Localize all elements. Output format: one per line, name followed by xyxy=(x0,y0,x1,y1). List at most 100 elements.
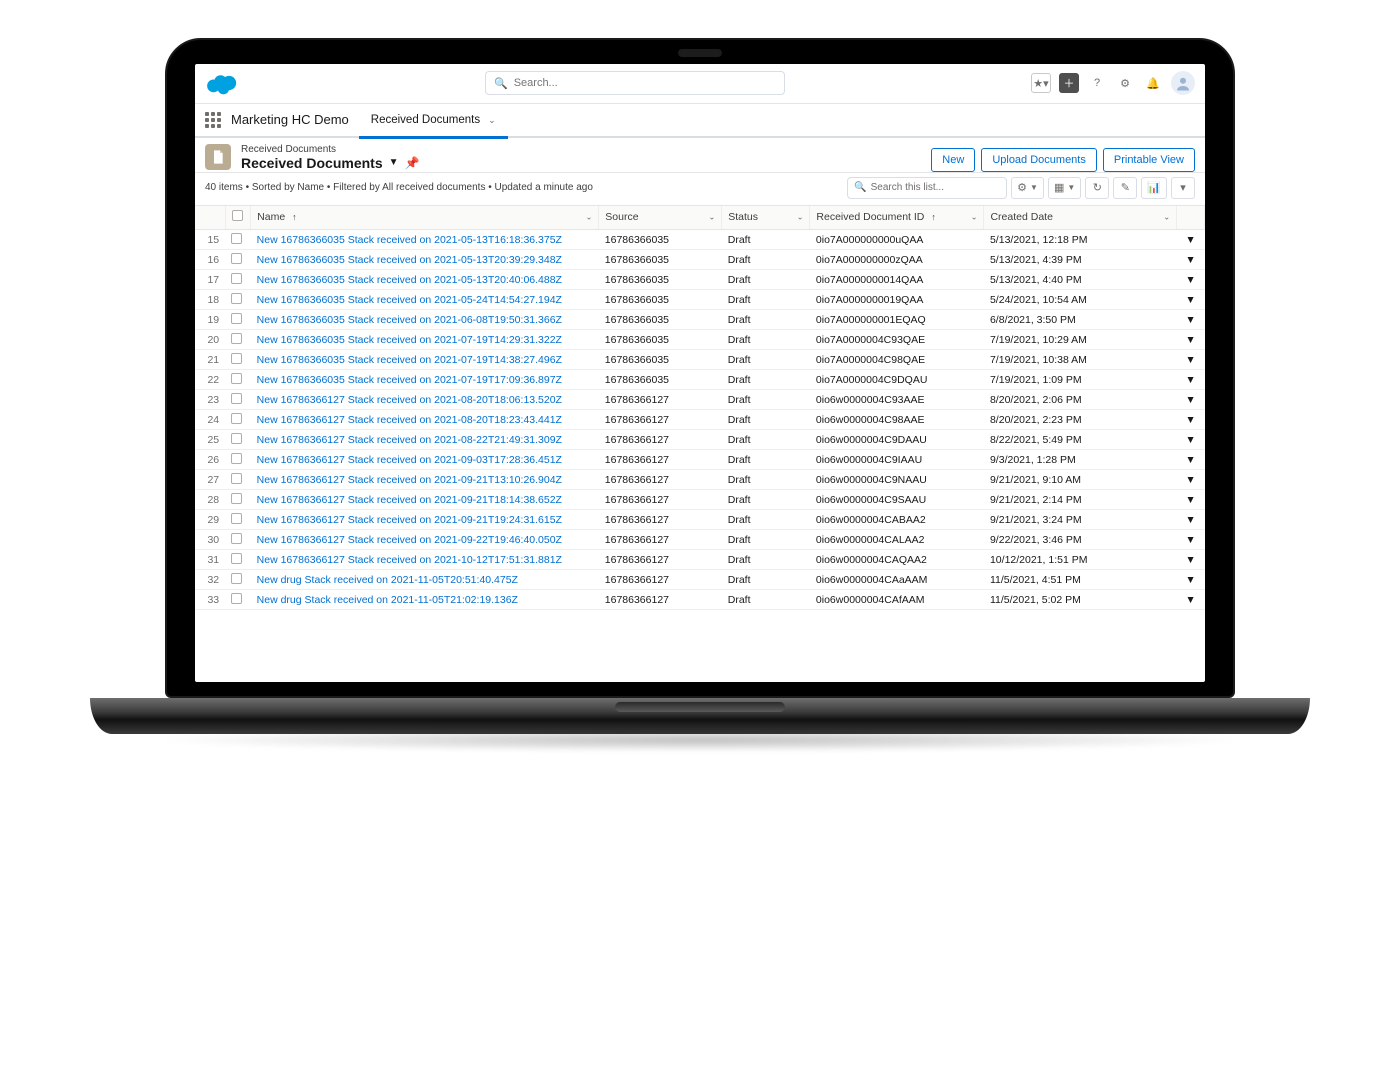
row-checkbox[interactable] xyxy=(231,273,242,284)
row-select[interactable] xyxy=(225,290,251,310)
row-actions-button[interactable]: ▼ xyxy=(1177,570,1205,590)
row-select[interactable] xyxy=(225,370,251,390)
row-actions-button[interactable]: ▼ xyxy=(1177,550,1205,570)
filter-button[interactable]: ▾ xyxy=(1171,177,1195,199)
row-actions-button[interactable]: ▼ xyxy=(1177,510,1205,530)
row-select[interactable] xyxy=(225,410,251,430)
pin-icon[interactable]: 📌 xyxy=(405,156,420,170)
row-checkbox[interactable] xyxy=(231,553,242,564)
favorites-button[interactable]: ★▾ xyxy=(1031,73,1051,93)
row-actions-button[interactable]: ▼ xyxy=(1177,470,1205,490)
row-select[interactable] xyxy=(225,270,251,290)
help-icon[interactable]: ? xyxy=(1087,73,1107,93)
row-select[interactable] xyxy=(225,250,251,270)
record-link[interactable]: New drug Stack received on 2021-11-05T20… xyxy=(257,574,518,586)
global-actions-button[interactable]: ＋ xyxy=(1059,73,1079,93)
record-link[interactable]: New 16786366127 Stack received on 2021-0… xyxy=(257,534,562,546)
chevron-down-icon[interactable]: ⌄ xyxy=(586,213,593,222)
row-checkbox[interactable] xyxy=(231,393,242,404)
chevron-down-icon[interactable]: ⌄ xyxy=(971,213,978,222)
row-checkbox[interactable] xyxy=(231,373,242,384)
record-link[interactable]: New 16786366035 Stack received on 2021-0… xyxy=(257,374,562,386)
row-select[interactable] xyxy=(225,450,251,470)
row-checkbox[interactable] xyxy=(231,573,242,584)
row-select[interactable] xyxy=(225,530,251,550)
row-checkbox[interactable] xyxy=(231,233,242,244)
row-actions-button[interactable]: ▼ xyxy=(1177,250,1205,270)
printable-view-button[interactable]: Printable View xyxy=(1103,148,1195,172)
row-actions-button[interactable]: ▼ xyxy=(1177,490,1205,510)
row-actions-button[interactable]: ▼ xyxy=(1177,310,1205,330)
record-link[interactable]: New 16786366127 Stack received on 2021-0… xyxy=(257,394,562,406)
row-select[interactable] xyxy=(225,390,251,410)
row-select[interactable] xyxy=(225,590,251,610)
chart-button[interactable]: 📊 xyxy=(1141,177,1167,199)
chevron-down-icon[interactable]: ⌄ xyxy=(709,213,716,222)
row-select[interactable] xyxy=(225,330,251,350)
record-link[interactable]: New 16786366035 Stack received on 2021-0… xyxy=(257,314,562,326)
row-select[interactable] xyxy=(225,550,251,570)
row-actions-button[interactable]: ▼ xyxy=(1177,450,1205,470)
row-checkbox[interactable] xyxy=(231,293,242,304)
record-link[interactable]: New drug Stack received on 2021-11-05T21… xyxy=(257,594,518,606)
global-search-input[interactable] xyxy=(514,77,776,89)
record-link[interactable]: New 16786366035 Stack received on 2021-0… xyxy=(257,354,562,366)
col-created-date[interactable]: Created Date ⌄ xyxy=(984,206,1177,230)
refresh-button[interactable]: ↻ xyxy=(1085,177,1109,199)
row-actions-button[interactable]: ▼ xyxy=(1177,430,1205,450)
row-actions-button[interactable]: ▼ xyxy=(1177,270,1205,290)
row-checkbox[interactable] xyxy=(231,253,242,264)
row-select[interactable] xyxy=(225,510,251,530)
chevron-down-icon[interactable]: ⌄ xyxy=(797,213,804,222)
row-actions-button[interactable]: ▼ xyxy=(1177,410,1205,430)
row-checkbox[interactable] xyxy=(231,433,242,444)
col-name[interactable]: Name ↑ ⌄ xyxy=(251,206,599,230)
row-actions-button[interactable]: ▼ xyxy=(1177,530,1205,550)
upload-documents-button[interactable]: Upload Documents xyxy=(981,148,1097,172)
row-actions-button[interactable]: ▼ xyxy=(1177,290,1205,310)
row-actions-button[interactable]: ▼ xyxy=(1177,390,1205,410)
col-status[interactable]: Status ⌄ xyxy=(722,206,810,230)
notifications-bell-icon[interactable]: 🔔 xyxy=(1143,73,1163,93)
record-link[interactable]: New 16786366127 Stack received on 2021-0… xyxy=(257,414,562,426)
avatar[interactable] xyxy=(1171,71,1195,95)
list-search[interactable]: 🔍 Search this list... xyxy=(847,177,1007,199)
row-checkbox[interactable] xyxy=(231,533,242,544)
record-link[interactable]: New 16786366127 Stack received on 2021-0… xyxy=(257,474,562,486)
list-view-controls-button[interactable]: ⚙▼ xyxy=(1011,177,1044,199)
row-select[interactable] xyxy=(225,570,251,590)
row-select[interactable] xyxy=(225,470,251,490)
select-all-checkbox[interactable] xyxy=(232,210,243,221)
record-link[interactable]: New 16786366035 Stack received on 2021-0… xyxy=(257,294,562,306)
new-button[interactable]: New xyxy=(931,148,975,172)
row-checkbox[interactable] xyxy=(231,413,242,424)
col-select-all[interactable] xyxy=(225,206,251,230)
col-document-id[interactable]: Received Document ID ↑ ⌄ xyxy=(810,206,984,230)
row-actions-button[interactable]: ▼ xyxy=(1177,350,1205,370)
record-link[interactable]: New 16786366127 Stack received on 2021-1… xyxy=(257,554,562,566)
col-source[interactable]: Source ⌄ xyxy=(599,206,722,230)
setup-gear-icon[interactable]: ⚙ xyxy=(1115,73,1135,93)
row-actions-button[interactable]: ▼ xyxy=(1177,330,1205,350)
row-select[interactable] xyxy=(225,310,251,330)
chevron-down-icon[interactable]: ⌄ xyxy=(488,115,496,126)
chevron-down-icon[interactable]: ⌄ xyxy=(1163,213,1170,222)
row-checkbox[interactable] xyxy=(231,313,242,324)
row-checkbox[interactable] xyxy=(231,353,242,364)
record-link[interactable]: New 16786366127 Stack received on 2021-0… xyxy=(257,514,562,526)
record-link[interactable]: New 16786366035 Stack received on 2021-0… xyxy=(257,334,562,346)
record-link[interactable]: New 16786366035 Stack received on 2021-0… xyxy=(257,274,562,286)
row-actions-button[interactable]: ▼ xyxy=(1177,370,1205,390)
row-checkbox[interactable] xyxy=(231,593,242,604)
record-link[interactable]: New 16786366127 Stack received on 2021-0… xyxy=(257,494,562,506)
row-actions-button[interactable]: ▼ xyxy=(1177,590,1205,610)
record-link[interactable]: New 16786366035 Stack received on 2021-0… xyxy=(257,234,562,246)
app-launcher-icon[interactable] xyxy=(205,112,221,128)
row-select[interactable] xyxy=(225,230,251,250)
inline-edit-button[interactable]: ✎ xyxy=(1113,177,1137,199)
tab-received-documents[interactable]: Received Documents ⌄ xyxy=(359,105,508,139)
list-view-selector[interactable]: Received Documents ▼ 📌 xyxy=(241,155,419,171)
row-checkbox[interactable] xyxy=(231,493,242,504)
global-search[interactable]: 🔍 xyxy=(485,71,785,95)
record-link[interactable]: New 16786366127 Stack received on 2021-0… xyxy=(257,454,562,466)
